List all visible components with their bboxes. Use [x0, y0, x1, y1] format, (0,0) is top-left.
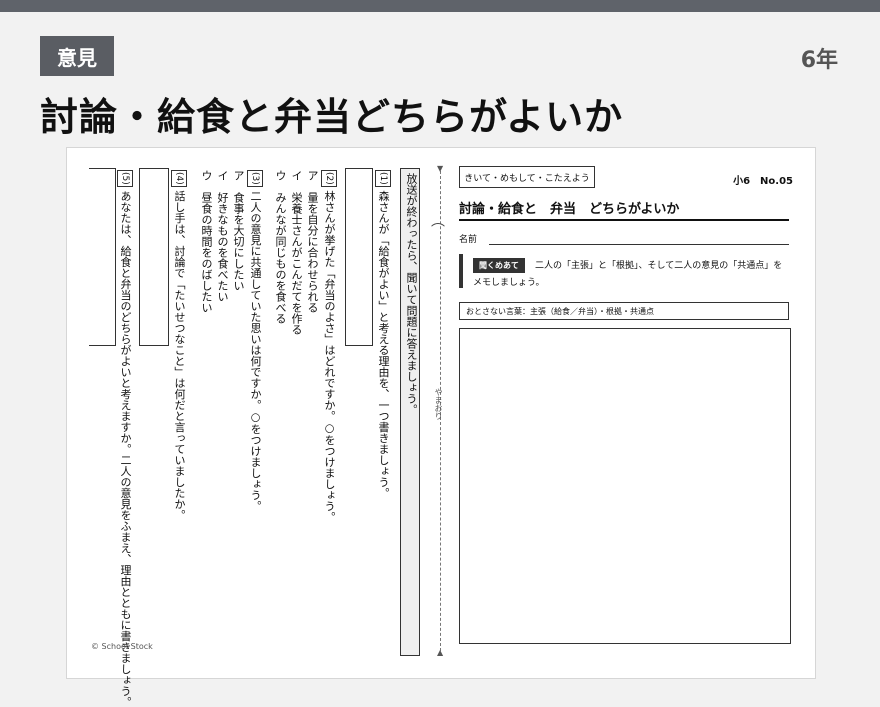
sheet-number: 小6 No.05: [733, 176, 793, 187]
question-1: (1) 森さんが「給食がよい」と考える理由を、一つ書きましょう。: [375, 170, 391, 498]
memo-area[interactable]: [459, 328, 791, 644]
question-2-option-a: ア 量を自分に合わせられる: [306, 170, 319, 313]
question-5-text: あなたは、給食と弁当のどちらがよいと考えますか。二人の意見をふまえ、理由とともに…: [119, 190, 132, 707]
question-3: (3) 二人の意見に共通していた思いは何ですか。○をつけましょう。: [247, 170, 263, 511]
goal-text-line-2: メモしましょう。: [473, 278, 545, 288]
question-2-text: 林さんが挙げた「弁当のよさ」はどれですか。○をつけましょう。: [323, 190, 336, 523]
question-1-text: 森さんが「給食がよい」と考える理由を、一つ書きましょう。: [377, 190, 390, 499]
grade-label: 6年: [800, 48, 838, 73]
question-1-number: (1): [375, 170, 391, 187]
answer-box-4[interactable]: [139, 168, 169, 346]
listening-goal: 聞くめあて 二人の「主張」と「根拠」、そして二人の意見の「共通点」を メモしまし…: [459, 254, 789, 290]
page-title: 討論・給食と弁当どちらがよいか: [40, 95, 624, 139]
question-3-option-a: ア 食事を大切にしたい: [232, 170, 245, 291]
name-field[interactable]: [489, 244, 789, 245]
question-4-number: (4): [171, 170, 187, 187]
sheet-header-box: きいて・めもして・こたえよう: [459, 166, 595, 188]
question-2-option-b: イ 栄養士さんがこんだてを作る: [290, 170, 303, 335]
question-2-number: (2): [321, 170, 337, 187]
answer-box-1[interactable]: [345, 168, 373, 346]
fold-label: やまおり: [434, 388, 443, 420]
question-2: (2) 林さんが挙げた「弁当のよさ」はどれですか。○をつけましょう。: [321, 170, 337, 522]
fold-mark-icon: ⌒: [431, 223, 445, 239]
copyright: © School Stock: [91, 642, 153, 651]
fold-arrow-top-icon: ▼: [437, 164, 444, 173]
instruction-text: 放送が終わったら、聞いて問題に答えましょう。: [405, 173, 418, 415]
answer-box-5[interactable]: [89, 168, 116, 346]
question-3-option-c: ウ 昼食の時間をのばしたい: [200, 170, 213, 313]
top-bar: [0, 0, 880, 12]
fold-arrow-bottom-icon: ▲: [437, 648, 444, 657]
question-4-text: 話し手は、討論で「たいせつなこと」は何だと言っていましたか。: [173, 190, 186, 521]
question-5: (5) あなたは、給食と弁当のどちらがよいと考えますか。二人の意見をふまえ、理由…: [117, 170, 133, 707]
question-5-number: (5): [117, 170, 133, 187]
question-3-number: (3): [247, 170, 263, 187]
goal-text-line-1: 二人の「主張」と「根拠」、そして二人の意見の「共通点」を: [535, 261, 783, 271]
sheet-title: 討論・給食と 弁当 どちらがよいか: [459, 202, 680, 217]
question-3-text: 二人の意見に共通していた思いは何ですか。○をつけましょう。: [249, 190, 262, 512]
title-rule: [459, 219, 789, 221]
goal-label: 聞くめあて: [473, 258, 525, 273]
goal-bar: [459, 254, 463, 288]
instruction-box: 放送が終わったら、聞いて問題に答えましょう。: [400, 168, 420, 656]
name-label: 名前: [459, 235, 478, 245]
question-2-option-c: ウ みんなが同じものを食べる: [274, 170, 287, 324]
key-words-box: おとさない言葉：主張（給食／弁当）・根拠・共通点: [459, 302, 789, 320]
worksheet-preview: 放送が終わったら、聞いて問題に答えましょう。 (1) 森さんが「給食がよい」と考…: [66, 147, 816, 707]
question-3-option-b: イ 好きなものを食べたい: [216, 170, 229, 302]
question-4: (4) 話し手は、討論で「たいせつなこと」は何だと言っていましたか。: [171, 170, 187, 520]
category-badge: 意見: [40, 36, 114, 76]
